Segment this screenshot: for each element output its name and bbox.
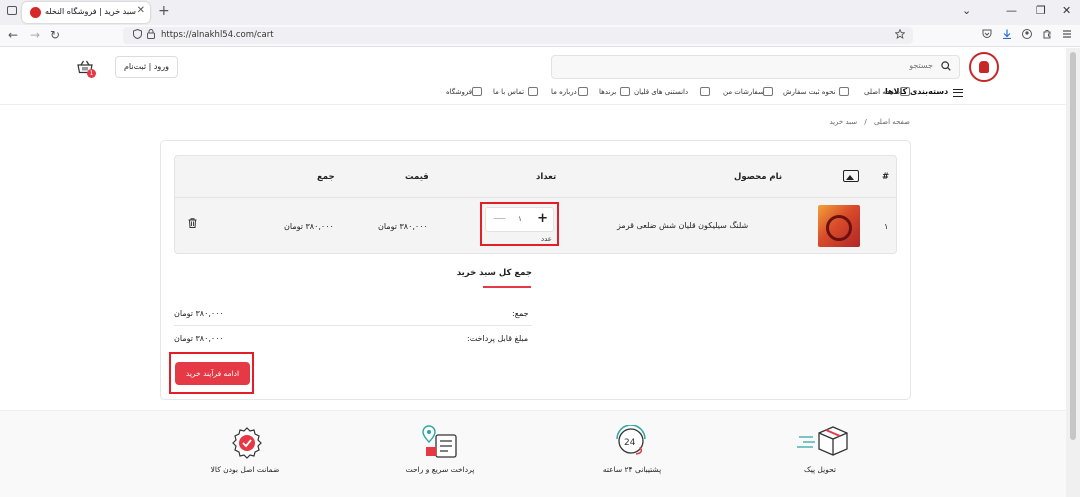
feature-courier-delivery: تحویل پیک (803, 465, 837, 474)
payable-label: مبلغ قابل پرداخت: (467, 334, 529, 343)
support-247-icon: 24 (616, 425, 646, 455)
reload-button[interactable]: ↻ (50, 28, 60, 42)
search-box[interactable] (551, 55, 960, 79)
new-tab-button[interactable]: + (158, 3, 170, 19)
product-name-link[interactable]: شلنگ سیلیکون قلیان شش ضلعی قرمز (617, 221, 748, 230)
hookah-facts-icon (700, 87, 710, 96)
quantity-highlight-box (480, 202, 559, 246)
search-icon[interactable] (941, 61, 951, 71)
cart-count-badge: 1 (87, 69, 96, 78)
menu-item-about[interactable]: درباره ما (551, 88, 577, 96)
fast-payment-icon (422, 425, 457, 458)
title-underline (483, 286, 531, 288)
shop-icon (472, 87, 482, 96)
row-price: ۳۸۰,۰۰۰ تومان (378, 222, 428, 231)
list-all-tabs-icon[interactable]: ⌄ (962, 4, 971, 17)
app-menu-icon[interactable] (1062, 29, 1072, 42)
header-quantity: تعداد (536, 172, 557, 182)
tab-close-icon[interactable]: ✕ (137, 5, 145, 16)
row-total: ۳۸۰,۰۰۰ تومان (284, 222, 334, 231)
home-icon (900, 87, 910, 96)
shield-icon[interactable] (133, 28, 142, 42)
forward-button[interactable]: → (30, 28, 40, 42)
order-guide-icon (839, 87, 849, 96)
site-logo[interactable] (969, 52, 999, 82)
features-strip (0, 410, 1066, 497)
tab-list-icon[interactable] (7, 6, 17, 15)
back-button[interactable]: ← (8, 28, 18, 42)
header-total: جمع (317, 172, 335, 182)
menu-item-home[interactable]: صفحه اصلی (864, 88, 900, 96)
feature-fast-payment: پرداخت سریع و راحت (405, 465, 475, 474)
search-input[interactable] (563, 61, 933, 70)
trash-icon[interactable] (188, 218, 197, 228)
cart-totals-title: جمع کل سبد خرید (456, 268, 532, 278)
image-column-icon (843, 170, 859, 182)
header-price: قیمت (405, 172, 429, 182)
contact-icon (528, 87, 538, 96)
authenticity-badge-icon (232, 427, 262, 459)
delivery-box-icon (797, 426, 848, 456)
browser-tab-bar: سبد خرید | فروشگاه النخله | دانلود ✕ + ⌄… (0, 0, 1080, 25)
minimize-button[interactable]: — (1006, 4, 1017, 17)
checkout-highlight-box (169, 352, 254, 394)
menu-item-contact[interactable]: تماس با ما (493, 88, 524, 96)
url-bar[interactable]: https://alnakhl54.com/cart (123, 27, 913, 44)
menu-item-order-guide[interactable]: نحوه ثبت سفارش (783, 88, 836, 96)
menu-item-shop[interactable]: فروشگاه (446, 88, 472, 96)
subtotal-label: جمع: (512, 309, 529, 318)
header-product-name: نام محصول (734, 172, 783, 182)
table-header-divider (175, 197, 896, 198)
breadcrumb-home[interactable]: صفحه اصلی (874, 118, 910, 126)
site-favicon-icon (30, 7, 41, 18)
summary-divider (174, 325, 532, 326)
tag-icon (620, 87, 630, 96)
info-icon (578, 87, 588, 96)
account-icon[interactable] (1022, 29, 1032, 42)
pocket-icon[interactable] (982, 29, 992, 42)
payable-value: ۳۸۰,۰۰۰ تومان (174, 334, 224, 343)
header-divider (0, 104, 1080, 105)
login-register-button[interactable]: ورود | ثبت‌نام (115, 56, 178, 78)
url-text[interactable]: https://alnakhl54.com/cart (161, 30, 274, 40)
menu-item-my-orders[interactable]: سفارشات من (723, 88, 764, 96)
restore-button[interactable]: ❐ (1036, 4, 1046, 17)
svg-text:24: 24 (624, 438, 636, 448)
lock-icon[interactable] (147, 29, 155, 42)
extensions-icon[interactable] (1042, 29, 1052, 42)
feature-24h-support: پشتیبانی ۲۴ ساعته (602, 465, 662, 474)
row-index: ۱ (884, 222, 889, 231)
breadcrumb-current: سبد خرید (829, 118, 858, 126)
subtotal-value: ۳۸۰,۰۰۰ تومان (174, 309, 224, 318)
browser-nav-bar: ← → ↻ https://alnakhl54.com/cart (0, 25, 1080, 47)
my-orders-icon (763, 87, 773, 96)
active-tab[interactable]: سبد خرید | فروشگاه النخله | دانلود ✕ (22, 2, 150, 23)
close-window-button[interactable]: ✕ (1062, 4, 1071, 17)
menu-hamburger-icon[interactable] (953, 89, 963, 97)
bookmark-star-icon[interactable] (894, 28, 906, 42)
tab-title: سبد خرید | فروشگاه النخله | دانلود (44, 7, 136, 16)
product-thumbnail[interactable] (818, 205, 860, 247)
feature-authenticity-guarantee: ضمانت اصل بودن کالا (210, 465, 280, 474)
menu-item-hookah-facts[interactable]: دانستنی های قلیان (634, 88, 688, 96)
scrollbar-thumb[interactable] (1070, 52, 1076, 440)
breadcrumb-separator: / (864, 118, 867, 126)
downloads-icon[interactable] (1002, 29, 1012, 42)
menu-item-brands[interactable]: برندها (599, 88, 616, 96)
header-index: # (882, 172, 890, 182)
breadcrumb: صفحه اصلی / سبد خرید (820, 118, 910, 126)
